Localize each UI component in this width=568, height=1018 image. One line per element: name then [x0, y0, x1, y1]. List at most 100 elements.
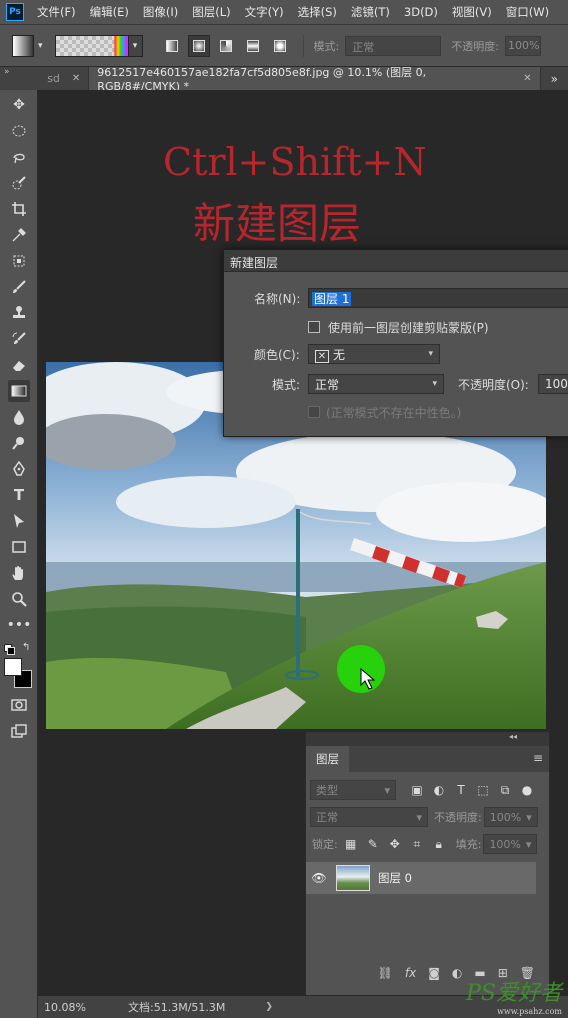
menu-file[interactable]: 文件(F): [30, 4, 83, 20]
menu-window[interactable]: 窗口(W): [499, 4, 556, 20]
lock-position-icon[interactable]: ✥: [386, 835, 404, 853]
add-mask-icon[interactable]: ◙: [428, 966, 440, 980]
menu-view[interactable]: 视图(V): [445, 4, 499, 20]
screen-mode-icon[interactable]: [8, 720, 30, 742]
menu-image[interactable]: 图像(I): [136, 4, 185, 20]
tab-previous-doc[interactable]: sd ✕: [39, 67, 90, 90]
swap-colors-icon[interactable]: ↰: [4, 640, 34, 656]
opacity-field[interactable]: 100%: [504, 35, 541, 56]
filter-toggle-icon[interactable]: ●: [518, 781, 536, 799]
blend-row: 正常 ▾ 不透明度: 100% ▾: [306, 807, 551, 827]
stamp-tool-icon[interactable]: [8, 302, 30, 324]
fill-label: 填充:: [455, 838, 482, 851]
linear-gradient-button[interactable]: [161, 35, 183, 57]
pen-tool-icon[interactable]: [8, 458, 30, 480]
gradient-tool-icon[interactable]: [8, 380, 30, 402]
filter-shape-icon[interactable]: ⬚: [474, 781, 492, 799]
opacity-label: 不透明度:: [451, 39, 499, 53]
tab-active-doc[interactable]: 9612517e460157ae182fa7cf5d805e8f.jpg @ 1…: [89, 66, 541, 93]
no-color-icon: ✕: [315, 349, 329, 363]
opacity-input[interactable]: 100: [538, 374, 568, 394]
name-label: 名称(N):: [254, 292, 301, 306]
status-menu-arrow-icon[interactable]: ❯: [265, 1002, 273, 1012]
fill-field[interactable]: 100% ▾: [483, 834, 538, 854]
layer-name-value: 图层 1: [312, 292, 352, 306]
close-icon[interactable]: ✕: [523, 73, 531, 84]
mode-select[interactable]: 正常: [345, 35, 442, 56]
zoom-tool-icon[interactable]: [8, 588, 30, 610]
menu-type[interactable]: 文字(Y): [238, 4, 291, 20]
tool-preset-picker[interactable]: [12, 34, 34, 57]
path-select-tool-icon[interactable]: [8, 510, 30, 532]
move-tool-icon[interactable]: ✥: [8, 94, 30, 116]
document-size: 文档:51.3M/51.3M: [128, 1001, 226, 1014]
lock-pixels-icon[interactable]: ✎: [364, 835, 382, 853]
filter-smart-object-icon[interactable]: ⧉: [496, 781, 514, 799]
menu-filter[interactable]: 滤镜(T): [344, 4, 397, 20]
blend-value: 正常: [316, 811, 338, 824]
lock-transparent-icon[interactable]: ▦: [342, 835, 360, 853]
clip-mask-checkbox[interactable]: [308, 321, 320, 333]
quick-select-tool-icon[interactable]: [8, 172, 30, 194]
chevron-down-icon[interactable]: ▾: [38, 41, 43, 51]
layer-name-input[interactable]: 图层 1: [308, 288, 568, 308]
filter-kind-select[interactable]: 类型 ▾: [310, 780, 396, 800]
quick-mask-icon[interactable]: [8, 694, 30, 716]
hand-tool-icon[interactable]: [8, 562, 30, 584]
blend-mode-select[interactable]: 正常 ▾: [310, 807, 428, 827]
mode-label: 模式:: [272, 378, 301, 392]
type-tool-icon[interactable]: T: [8, 484, 30, 506]
tab-layers[interactable]: 图层: [306, 746, 349, 772]
lock-artboard-icon[interactable]: ⌗: [408, 835, 426, 853]
gradient-picker[interactable]: [54, 34, 129, 57]
radial-gradient-button[interactable]: [187, 34, 210, 57]
link-layers-icon[interactable]: ⛓︎: [378, 966, 393, 980]
collapse-icon[interactable]: »: [0, 67, 40, 90]
history-brush-tool-icon[interactable]: [8, 328, 30, 350]
menu-3d[interactable]: 3D(D): [397, 5, 445, 19]
color-swatches[interactable]: [4, 658, 34, 690]
lasso-tool-icon[interactable]: [8, 146, 30, 168]
menu-select[interactable]: 选择(S): [291, 4, 344, 20]
visibility-eye-icon[interactable]: 👁︎: [306, 871, 332, 885]
diamond-gradient-button[interactable]: [269, 35, 291, 57]
layer-opacity-label: 不透明度:: [434, 811, 482, 824]
panel-menu-icon[interactable]: ≡: [527, 746, 549, 772]
blur-tool-icon[interactable]: [8, 406, 30, 428]
tools-panel: ✥ T ••• ↰: [0, 90, 38, 1018]
eyedropper-tool-icon[interactable]: [8, 224, 30, 246]
color-label: 颜色(C):: [254, 348, 300, 362]
layer-style-fx-icon[interactable]: fx: [405, 966, 416, 980]
chevron-down-icon: ▾: [525, 837, 532, 851]
more-tabs-icon[interactable]: »: [541, 67, 568, 90]
more-tools-icon[interactable]: •••: [7, 614, 32, 636]
filter-adjustment-icon[interactable]: ◐: [430, 781, 448, 799]
document-tabs: » sd ✕ 9612517e460157ae182fa7cf5d805e8f.j…: [0, 66, 568, 93]
divider: [302, 34, 304, 57]
neutral-color-checkbox[interactable]: [308, 406, 320, 418]
layer-row[interactable]: 👁︎ 图层 0: [306, 862, 536, 894]
dodge-tool-icon[interactable]: [8, 432, 30, 454]
healing-brush-tool-icon[interactable]: [8, 250, 30, 272]
rectangle-tool-icon[interactable]: [8, 536, 30, 558]
panel-collapse-icon[interactable]: ◂◂: [306, 732, 549, 746]
brush-tool-icon[interactable]: [8, 276, 30, 298]
color-select[interactable]: ✕ 无 ▾: [308, 344, 440, 364]
chevron-down-icon: ▾: [384, 783, 390, 797]
reflected-gradient-button[interactable]: [242, 35, 264, 57]
marquee-tool-icon[interactable]: [8, 120, 30, 142]
crop-tool-icon[interactable]: [8, 198, 30, 220]
eraser-tool-icon[interactable]: [8, 354, 30, 376]
mode-select[interactable]: 正常 ▾: [308, 374, 444, 394]
filter-pixel-icon[interactable]: ▣: [408, 781, 426, 799]
close-icon[interactable]: ✕: [72, 73, 80, 84]
menu-layer[interactable]: 图层(L): [185, 4, 237, 20]
gradient-dropdown-button[interactable]: ▾: [128, 34, 143, 57]
angle-gradient-button[interactable]: [215, 35, 237, 57]
layer-opacity-field[interactable]: 100% ▾: [483, 807, 538, 827]
zoom-level[interactable]: 10.08%: [44, 1001, 114, 1014]
menu-edit[interactable]: 编辑(E): [83, 4, 136, 20]
filter-type-icon[interactable]: T: [452, 781, 470, 799]
adjustment-layer-icon[interactable]: ◐: [452, 966, 462, 980]
lock-all-icon[interactable]: 🔒︎: [430, 835, 448, 853]
